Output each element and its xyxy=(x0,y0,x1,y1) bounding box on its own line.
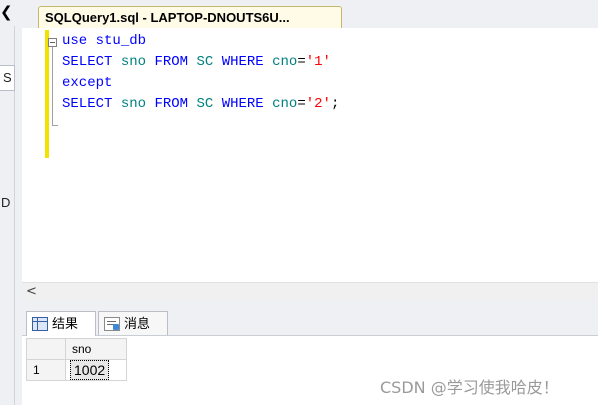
horizontal-scrollbar[interactable]: < xyxy=(22,282,598,300)
tab-messages[interactable]: 消息 xyxy=(98,311,168,335)
code-line[interactable]: SELECT sno FROM SC WHERE cno='1' xyxy=(62,52,339,73)
pane-splitter[interactable] xyxy=(22,300,598,308)
column-header-sno[interactable]: sno xyxy=(65,338,127,360)
sql-code[interactable]: use stu_db SELECT sno FROM SC WHERE cno='… xyxy=(62,31,339,115)
row-header-corner[interactable] xyxy=(26,338,66,360)
tab-sqlquery1[interactable]: SQLQuery1.sql - LAPTOP-DNOUTS6U... xyxy=(38,6,342,29)
scroll-left-icon[interactable]: < xyxy=(26,283,37,300)
code-token: except xyxy=(62,75,113,91)
outline-line xyxy=(52,47,53,125)
outline-end xyxy=(52,125,58,126)
tab-results[interactable]: 结果 xyxy=(26,311,96,336)
code-token: cno xyxy=(272,96,298,112)
code-token: SELECT xyxy=(62,96,113,112)
code-token: WHERE xyxy=(221,96,264,112)
editor-tab-bar: SQLQuery1.sql - LAPTOP-DNOUTS6U... xyxy=(22,0,598,29)
code-token: '2' xyxy=(305,96,331,112)
change-tracking-bar xyxy=(45,30,49,158)
watermark: CSDN @学习使我哈皮！ xyxy=(380,378,559,397)
code-token: WHERE xyxy=(221,54,264,70)
outline-collapse-icon[interactable] xyxy=(48,38,57,47)
code-token: '1' xyxy=(305,54,331,70)
code-token: cno xyxy=(272,54,298,70)
results-tab-bar: 结果 消息 xyxy=(22,308,598,336)
grid-icon xyxy=(32,317,48,331)
cell-sno-value: 1002 xyxy=(70,360,110,380)
code-token: sno xyxy=(120,54,147,70)
code-token: FROM xyxy=(154,54,189,70)
code-token: SC xyxy=(196,54,214,70)
code-token: stu_db xyxy=(95,33,147,49)
results-grid[interactable]: sno 1 1002 xyxy=(26,338,127,381)
query-editor[interactable]: use stu_db SELECT sno FROM SC WHERE cno='… xyxy=(22,28,598,282)
strip-letter-d: D xyxy=(1,195,11,210)
code-token: use xyxy=(62,33,88,49)
code-token: = xyxy=(297,96,306,112)
row-number[interactable]: 1 xyxy=(26,359,66,381)
messages-icon xyxy=(104,317,120,331)
collapse-chevron-icon[interactable]: ❮ xyxy=(0,4,14,20)
code-token: = xyxy=(297,54,306,70)
tab-title: SQLQuery1.sql - LAPTOP-DNOUTS6U... xyxy=(45,10,290,25)
code-line[interactable]: use stu_db xyxy=(62,31,339,52)
code-token: FROM xyxy=(154,96,189,112)
strip-letter-s: S xyxy=(3,70,12,85)
code-line[interactable]: except xyxy=(62,73,339,94)
code-token: SC xyxy=(196,96,214,112)
table-row: 1 1002 xyxy=(26,359,127,381)
code-line[interactable]: SELECT sno FROM SC WHERE cno='2'; xyxy=(62,94,339,115)
tab-messages-label: 消息 xyxy=(124,316,151,331)
cell-sno[interactable]: 1002 xyxy=(65,359,127,381)
code-token: ; xyxy=(330,96,340,112)
object-explorer-strip: ❮ S D xyxy=(0,0,23,405)
code-token: sno xyxy=(120,96,147,112)
code-token: SELECT xyxy=(62,54,113,70)
tab-results-label: 结果 xyxy=(52,316,79,331)
